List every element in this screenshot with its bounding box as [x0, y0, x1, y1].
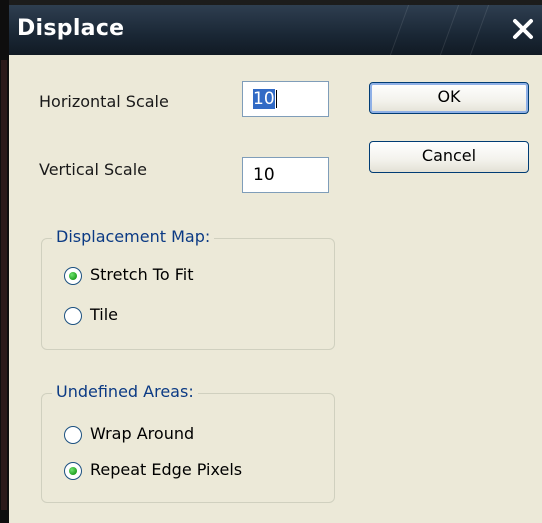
- cancel-button[interactable]: Cancel: [369, 141, 529, 173]
- wrap-around-label: Wrap Around: [90, 424, 195, 443]
- tile-label: Tile: [90, 305, 119, 324]
- undefined-areas-group: Undefined Areas: Wrap Around Repeat Edge…: [41, 382, 335, 503]
- repeat-edge-pixels-label: Repeat Edge Pixels: [90, 460, 243, 479]
- displace-dialog: Displace Horizontal Scale 10 Vertical Sc…: [0, 0, 542, 523]
- radio-button[interactable]: [64, 426, 82, 444]
- ok-button[interactable]: OK: [369, 82, 529, 114]
- radio-button[interactable]: [64, 462, 82, 480]
- dialog-title: Displace: [17, 16, 125, 41]
- radio-selected-dot: [69, 272, 77, 280]
- horizontal-scale-label: Horizontal Scale: [39, 92, 169, 111]
- background-edge: [0, 0, 9, 523]
- undefined-areas-label: Undefined Areas:: [52, 382, 198, 401]
- close-icon: [513, 19, 533, 39]
- vertical-scale-label: Vertical Scale: [39, 160, 148, 179]
- displacement-map-label: Displacement Map:: [52, 227, 215, 246]
- horizontal-scale-value: 10: [253, 89, 275, 109]
- dialog-body: Horizontal Scale 10 Vertical Scale 10 OK…: [9, 55, 542, 523]
- radio-selected-dot: [69, 467, 77, 475]
- displacement-map-group: Displacement Map: Stretch To Fit Tile: [41, 227, 335, 350]
- radio-button[interactable]: [64, 307, 82, 325]
- radio-button[interactable]: [64, 267, 82, 285]
- horizontal-scale-input[interactable]: 10: [242, 81, 329, 117]
- close-button[interactable]: [508, 14, 538, 44]
- vertical-scale-input[interactable]: 10: [242, 157, 329, 193]
- title-bar[interactable]: Displace: [9, 5, 542, 56]
- vertical-scale-value: 10: [253, 165, 275, 185]
- stretch-to-fit-label: Stretch To Fit: [90, 265, 194, 284]
